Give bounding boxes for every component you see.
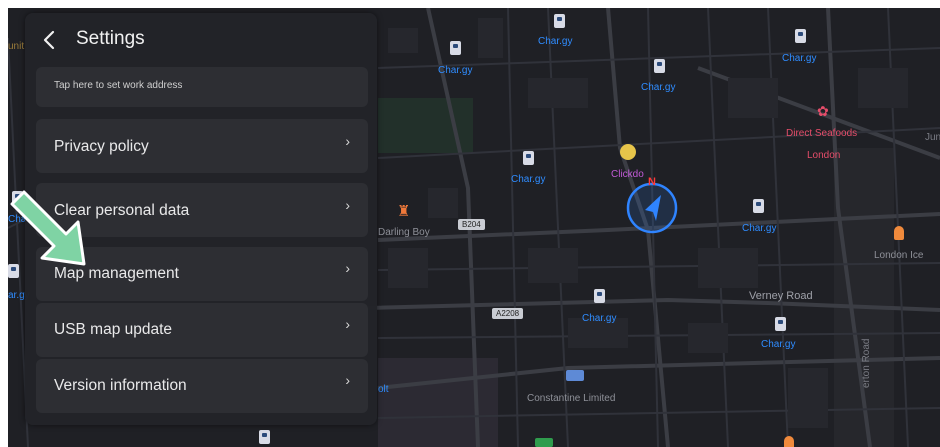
chevron-right-icon: ›: [345, 316, 350, 332]
screen: Char.gy Char.gy Char.gy Char.gy Char.gy …: [8, 8, 940, 447]
bus-stop-icon[interactable]: [535, 438, 553, 447]
charger-label: Char.gy: [511, 174, 546, 185]
back-chevron-icon[interactable]: [38, 28, 62, 52]
constantine-label: Constantine Limited: [527, 393, 616, 404]
olt-label: olt: [378, 384, 389, 395]
chevron-right-icon: ›: [345, 260, 350, 276]
charger-icon[interactable]: [775, 317, 786, 331]
clear-personal-data-item[interactable]: Clear personal data ›: [36, 183, 368, 237]
london-ice-icon[interactable]: [894, 226, 904, 240]
version-information-item[interactable]: Version information ›: [36, 359, 368, 413]
charger-icon[interactable]: [450, 41, 461, 55]
map-management-label: Map management: [54, 265, 179, 282]
charger-icon[interactable]: [753, 199, 764, 213]
map-management-item[interactable]: Map management ›: [36, 247, 368, 301]
van-icon[interactable]: [566, 370, 584, 381]
charger-label: Char.gy: [782, 53, 817, 64]
place-icon[interactable]: [784, 436, 794, 447]
privacy-policy-item[interactable]: Privacy policy ›: [36, 119, 368, 173]
usb-map-update-item[interactable]: USB map update ›: [36, 303, 368, 357]
charger-icon[interactable]: [259, 430, 270, 444]
compass-north-label: N: [648, 176, 656, 188]
charger-label-partial: Cha: [8, 214, 27, 225]
road-badge-b204: B204: [458, 219, 485, 230]
erton-road-label: erton Road: [861, 338, 872, 388]
charger-icon[interactable]: [523, 151, 534, 165]
clear-personal-data-label: Clear personal data: [54, 202, 190, 219]
charger-label: Char.gy: [438, 65, 473, 76]
charger-label: Char.gy: [742, 223, 777, 234]
work-address-hint: Tap here to set work address: [54, 80, 183, 91]
work-address-item[interactable]: Tap here to set work address: [36, 67, 368, 107]
restaurant-icon[interactable]: ✿: [817, 103, 829, 120]
clickdo-icon[interactable]: [620, 144, 636, 160]
road-badge-a2208: A2208: [492, 308, 524, 319]
verney-road-label: Verney Road: [749, 290, 813, 302]
charger-icon[interactable]: [795, 29, 806, 43]
charger-icon[interactable]: [12, 191, 23, 205]
restaurant-city-label: London: [807, 150, 841, 161]
charger-label: Char.gy: [538, 36, 573, 47]
jun-label: Jun: [925, 132, 940, 143]
london-ice-label: London Ice: [874, 250, 924, 261]
usb-map-update-label: USB map update: [54, 321, 173, 338]
charger-icon[interactable]: [8, 264, 19, 278]
charger-label: Char.gy: [582, 313, 617, 324]
charger-label: Char.gy: [761, 339, 796, 350]
restaurant-label: Direct Seafoods: [786, 128, 858, 139]
chevron-right-icon: ›: [345, 197, 350, 213]
page-title: Settings: [76, 28, 145, 49]
pub-icon[interactable]: ♜: [397, 202, 410, 220]
charger-icon[interactable]: [554, 14, 565, 28]
charger-icon[interactable]: [654, 59, 665, 73]
chevron-right-icon: ›: [345, 133, 350, 149]
settings-panel: Settings Tap here to set work address Pr…: [25, 13, 377, 425]
unit-label: unit: [8, 41, 25, 52]
version-information-label: Version information: [54, 377, 187, 394]
charger-icon[interactable]: [594, 289, 605, 303]
chevron-right-icon: ›: [345, 372, 350, 388]
privacy-policy-label: Privacy policy: [54, 138, 149, 155]
darling-boy-label: Darling Boy: [378, 227, 430, 238]
charger-label: Char.gy: [641, 82, 676, 93]
settings-header: Settings: [25, 13, 377, 67]
